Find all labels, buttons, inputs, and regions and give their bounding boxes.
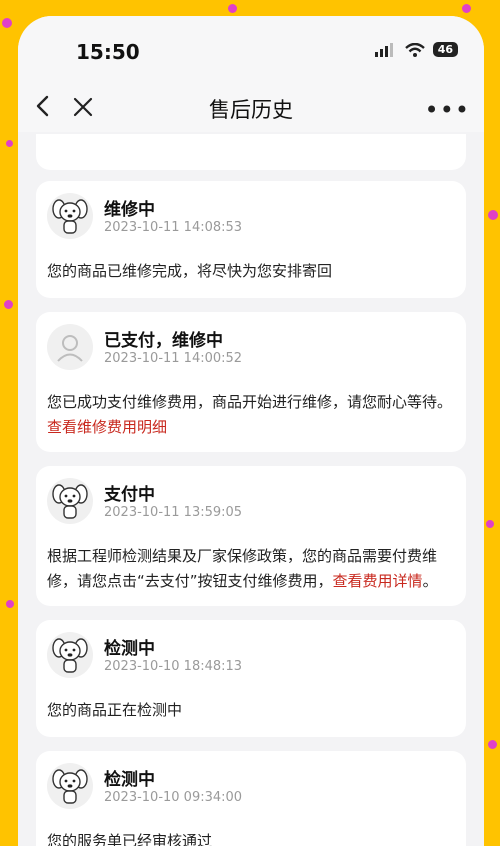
status-time: 15:50: [76, 40, 140, 64]
record-time: 2023-10-10 18:48:13: [104, 659, 243, 674]
record-status: 维修中: [104, 200, 155, 220]
background-dot: [462, 4, 471, 13]
record-status: 支付中: [104, 485, 155, 505]
background-dot: [486, 520, 494, 528]
history-card: 检测中 2023-10-10 18:48:13 您的商品正在检测中: [36, 620, 466, 737]
joy-mascot-icon: [47, 632, 93, 678]
record-time: 2023-10-11 14:00:52: [104, 351, 243, 366]
background-dot: [6, 600, 14, 608]
partial-card: [36, 134, 466, 170]
top-bar: 15:50 46 售后历史 •••: [18, 16, 484, 132]
more-icon[interactable]: •••: [425, 96, 470, 124]
record-time: 2023-10-11 13:59:05: [104, 505, 243, 520]
background-dot: [228, 4, 237, 13]
record-text: 您已成功支付维修费用，商品开始进行维修，请您耐心等待。查看维修费用明细: [47, 390, 457, 440]
record-text: 根据工程师检测结果及厂家保修政策，您的商品需要付费维修，请您点击“去支付”按钮支…: [47, 544, 457, 594]
view-repair-fee-link[interactable]: 查看维修费用明细: [47, 418, 167, 436]
joy-mascot-icon: [47, 763, 93, 809]
record-text: 您的商品正在检测中: [47, 698, 457, 723]
history-card: 已支付，维修中 2023-10-11 14:00:52 您已成功支付维修费用，商…: [36, 312, 466, 452]
joy-mascot-icon: [47, 193, 93, 239]
record-status: 检测中: [104, 770, 155, 790]
user-placeholder-icon: [47, 324, 93, 370]
record-time: 2023-10-11 14:08:53: [104, 220, 243, 235]
record-message: 您的商品正在检测中: [47, 701, 183, 719]
signal-icon: [374, 42, 393, 57]
page-title: 售后历史: [209, 98, 293, 122]
background-dot: [488, 740, 497, 749]
record-message: 您的商品已维修完成，将尽快为您安排寄回: [47, 262, 333, 280]
record-message: 您的服务单已经审核通过: [47, 832, 213, 846]
history-card: 检测中 2023-10-10 09:34:00 您的服务单已经审核通过: [36, 751, 466, 846]
record-status: 已支付，维修中: [104, 331, 223, 351]
background-dot: [488, 210, 498, 220]
history-card: 维修中 2023-10-11 14:08:53 您的商品已维修完成，将尽快为您安…: [36, 181, 466, 298]
record-text: 您的服务单已经审核通过: [47, 829, 457, 846]
status-icons: 46: [374, 42, 458, 57]
battery-level: 46: [432, 42, 458, 57]
background-dot: [6, 140, 13, 147]
view-fee-details-link[interactable]: 查看费用详情: [333, 572, 423, 590]
record-text: 您的商品已维修完成，将尽快为您安排寄回: [47, 259, 457, 284]
phone-screen: 15:50 46 售后历史 ••• 维修中 2023-10-11 14:08:5…: [18, 16, 484, 846]
record-message-end: 。: [422, 572, 438, 590]
background-dot: [2, 18, 12, 28]
record-message: 您已成功支付维修费用，商品开始进行维修，请您耐心等待。: [47, 393, 453, 411]
record-time: 2023-10-10 09:34:00: [104, 790, 243, 805]
background-dot: [4, 300, 13, 309]
record-status: 检测中: [104, 639, 155, 659]
wifi-icon: [404, 42, 425, 57]
joy-mascot-icon: [47, 478, 93, 524]
history-card: 支付中 2023-10-11 13:59:05 根据工程师检测结果及厂家保修政策…: [36, 466, 466, 606]
